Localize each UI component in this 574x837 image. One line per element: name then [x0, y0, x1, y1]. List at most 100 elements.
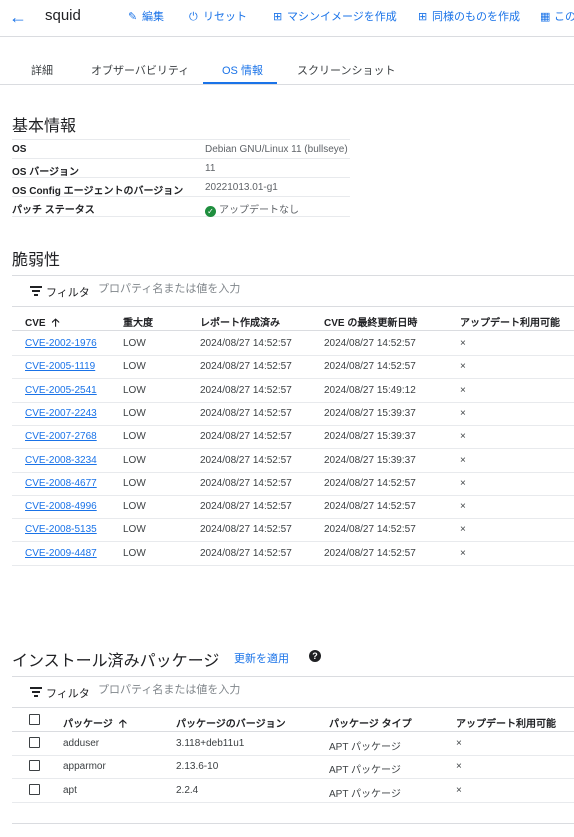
cve-link[interactable]: CVE-2005-1119 — [25, 361, 95, 372]
severity-column-header[interactable]: 重大度 — [123, 314, 153, 329]
severity-cell: LOW — [123, 454, 146, 466]
update-available-cell: × — [456, 738, 462, 749]
last-updated-cell: 2024/08/27 14:52:57 — [324, 361, 416, 373]
apply-updates-link[interactable]: 更新を適用 — [234, 650, 289, 666]
packages-heading: インストール済みパッケージ — [12, 653, 220, 670]
create-machine-image-button[interactable]: ⊞ マシンイメージを作成 — [273, 8, 397, 24]
package-filter-input[interactable] — [96, 683, 400, 697]
select-all-checkbox[interactable] — [29, 714, 40, 725]
reported-cell: 2024/08/27 14:52:57 — [200, 524, 292, 536]
last-updated-cell: 2024/08/27 15:39:37 — [324, 454, 416, 466]
last-updated-cell: 2024/08/27 15:49:12 — [324, 384, 416, 396]
filter-label[interactable]: フィルタ — [46, 284, 90, 300]
add-box-icon: ⊞ — [273, 11, 283, 23]
vulnerability-filter-input[interactable] — [96, 282, 400, 296]
update-available-cell: × — [460, 477, 466, 489]
apps-icon: ▦ — [540, 11, 551, 23]
cve-link[interactable]: CVE-2009-4487 — [25, 548, 97, 559]
table-row: CVE-2005-1119 LOW 2024/08/27 14:52:57 2024/… — [12, 355, 574, 380]
cve-link[interactable]: CVE-2005-2541 — [25, 385, 97, 396]
top-bar: ← squid ✎ 編集 ⏻ リセット ⊞ マシンイメージを作成 ⊞ 同様のものを作成 … — [0, 0, 574, 37]
basic-info-heading: 基本情報 — [12, 118, 77, 135]
reported-cell: 2024/08/27 14:52:57 — [200, 547, 292, 559]
arrow-up-icon: 🡡 — [118, 718, 127, 730]
table-row: CVE-2008-3234 LOW 2024/08/27 14:52:57 2024/… — [12, 449, 574, 473]
severity-cell: LOW — [123, 477, 146, 489]
last-updated-column-header[interactable]: CVE の最終更新日時 — [324, 314, 417, 329]
reported-cell: 2024/08/27 14:52:57 — [200, 338, 292, 349]
update-available-column-header[interactable]: アップデート利用可能 — [460, 314, 560, 329]
info-row-os: OS Debian GNU/Linux 11 (bullseye) — [12, 139, 350, 159]
help-icon[interactable]: ? — [309, 650, 321, 662]
table-row: CVE-2008-4677 LOW 2024/08/27 14:52:57 2024/… — [12, 472, 574, 496]
active-tab-indicator — [203, 82, 277, 84]
check-circle-icon: ✓ — [205, 206, 216, 217]
cve-link[interactable]: CVE-2007-2243 — [25, 408, 97, 419]
info-row-os-version: OS バージョン 11 — [12, 158, 350, 178]
package-name-cell: apparmor — [63, 761, 106, 773]
reset-button[interactable]: ⏻ リセット — [189, 8, 247, 24]
reported-column-header[interactable]: レポート作成済み — [200, 314, 280, 329]
tab-details[interactable]: 詳細 — [31, 62, 53, 78]
row-checkbox[interactable] — [29, 737, 40, 748]
edit-button[interactable]: ✎ 編集 — [128, 8, 164, 24]
package-name-cell: apt — [63, 784, 77, 796]
update-available-cell: × — [460, 384, 466, 396]
severity-cell: LOW — [123, 407, 146, 419]
severity-cell: LOW — [123, 431, 146, 443]
table-row: CVE-2008-5135 LOW 2024/08/27 14:52:57 2024/… — [12, 518, 574, 543]
cve-link[interactable]: CVE-2008-5135 — [25, 524, 97, 535]
cve-link[interactable]: CVE-2008-4996 — [25, 501, 97, 512]
table-row: CVE-2005-2541 LOW 2024/08/27 14:52:57 2024/… — [12, 379, 574, 403]
update-available-cell: × — [456, 784, 462, 796]
last-updated-cell: 2024/08/27 14:52:57 — [324, 501, 416, 513]
cve-link[interactable]: CVE-2002-1976 — [25, 338, 97, 349]
update-available-cell: × — [460, 501, 466, 513]
back-arrow-icon[interactable]: ← — [8, 7, 28, 27]
tab-os-info[interactable]: OS 情報 — [222, 62, 263, 78]
vulnerabilities-heading: 脆弱性 — [12, 252, 61, 269]
reported-cell: 2024/08/27 14:52:57 — [200, 384, 292, 396]
cve-link[interactable]: CVE-2008-3234 — [25, 455, 97, 466]
tab-screenshot[interactable]: スクリーンショット — [297, 62, 395, 78]
severity-cell: LOW — [123, 361, 146, 373]
reported-cell: 2024/08/27 14:52:57 — [200, 407, 292, 419]
update-available-cell: × — [460, 361, 466, 373]
row-checkbox[interactable] — [29, 783, 40, 795]
tab-observability[interactable]: オブザーバビリティ — [91, 62, 189, 78]
tab-bar: 詳細 オブザーバビリティ OS 情報 スクリーンショット — [0, 52, 574, 85]
table-row: adduser 3.118+deb11u1 APT パッケージ × — [12, 732, 574, 756]
type-column-header[interactable]: パッケージ タイプ — [329, 715, 412, 730]
package-type-cell: APT パッケージ — [329, 742, 401, 753]
update-available-cell: × — [460, 407, 466, 419]
pencil-icon: ✎ — [128, 11, 138, 23]
table-row: CVE-2009-4487 LOW 2024/08/27 14:52:57 2024/… — [12, 542, 574, 566]
update-available-cell: × — [460, 338, 466, 349]
info-row-patch-status: パッチ ステータス ✓ アップデートなし — [12, 196, 350, 217]
cve-link[interactable]: CVE-2008-4677 — [25, 478, 97, 489]
last-updated-cell: 2024/08/27 14:52:57 — [324, 477, 416, 489]
last-updated-cell: 2024/08/27 14:52:57 — [324, 338, 416, 349]
more-actions-button[interactable]: ▦ この — [540, 8, 574, 24]
version-column-header[interactable]: パッケージのバージョン — [176, 715, 286, 730]
update-available-column-header[interactable]: アップデート利用可能 — [456, 715, 556, 730]
divider — [12, 823, 574, 824]
reported-cell: 2024/08/27 14:52:57 — [200, 454, 292, 466]
create-similar-button[interactable]: ⊞ 同様のものを作成 — [418, 8, 520, 24]
vulnerability-table-header: CVE 🡡 重大度 レポート作成済み CVE の最終更新日時 アップデート利用可能 — [12, 308, 574, 331]
filter-label[interactable]: フィルタ — [46, 685, 90, 701]
update-available-cell: × — [460, 454, 466, 466]
arrow-up-icon: 🡡 — [51, 317, 60, 329]
cve-column-header[interactable]: CVE 🡡 — [25, 314, 59, 333]
reported-cell: 2024/08/27 14:52:57 — [200, 477, 292, 489]
power-icon: ⏻ — [189, 11, 198, 23]
update-available-cell: × — [460, 431, 466, 443]
filter-icon — [30, 687, 42, 697]
update-available-cell: × — [460, 547, 466, 559]
table-row: CVE-2002-1976 LOW 2024/08/27 14:52:57 2024/… — [12, 332, 574, 356]
update-available-cell: × — [456, 761, 462, 773]
package-name-cell: adduser — [63, 738, 100, 749]
cve-link[interactable]: CVE-2007-2768 — [25, 431, 97, 442]
row-checkbox[interactable] — [29, 760, 40, 772]
package-table-header: パッケージ 🡡 パッケージのバージョン パッケージ タイプ アップデート利用可能 — [12, 709, 574, 732]
